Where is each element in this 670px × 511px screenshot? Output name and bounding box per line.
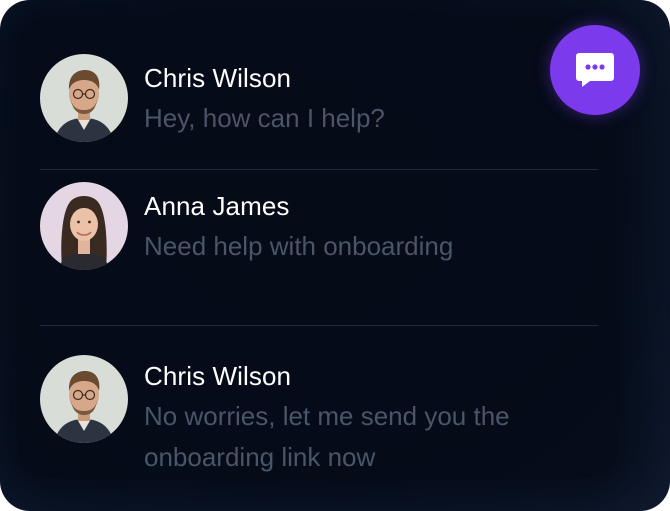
message-preview: No worries, let me send you the onboardi… xyxy=(144,401,510,472)
male-avatar-icon xyxy=(40,54,128,142)
chat-bubble-dots-icon xyxy=(576,53,614,87)
conversation-text: Anna James Need help with onboarding xyxy=(144,186,584,267)
contact-name: Anna James xyxy=(144,191,290,221)
conversation-list: Chris Wilson Hey, how can I help? Anna J… xyxy=(40,38,598,478)
contact-name: Chris Wilson xyxy=(144,361,292,391)
male-avatar-icon xyxy=(40,355,128,443)
avatar xyxy=(40,355,128,443)
message-preview: Hey, how can I help? xyxy=(144,103,385,133)
chat-button[interactable] xyxy=(550,25,640,115)
message-preview: Need help with onboarding xyxy=(144,231,454,261)
conversation-text: Chris Wilson Hey, how can I help? xyxy=(144,58,584,139)
avatar xyxy=(40,182,128,270)
female-avatar-icon xyxy=(40,182,128,270)
conversation-text: Chris Wilson No worries, let me send you… xyxy=(144,356,584,478)
avatar xyxy=(40,54,128,142)
list-item[interactable]: Chris Wilson Hey, how can I help? xyxy=(40,38,598,169)
list-item[interactable]: Anna James Need help with onboarding xyxy=(40,170,598,325)
chat-card: Chris Wilson Hey, how can I help? Anna J… xyxy=(0,0,670,511)
contact-name: Chris Wilson xyxy=(144,63,292,93)
list-item[interactable]: Chris Wilson No worries, let me send you… xyxy=(40,326,598,478)
